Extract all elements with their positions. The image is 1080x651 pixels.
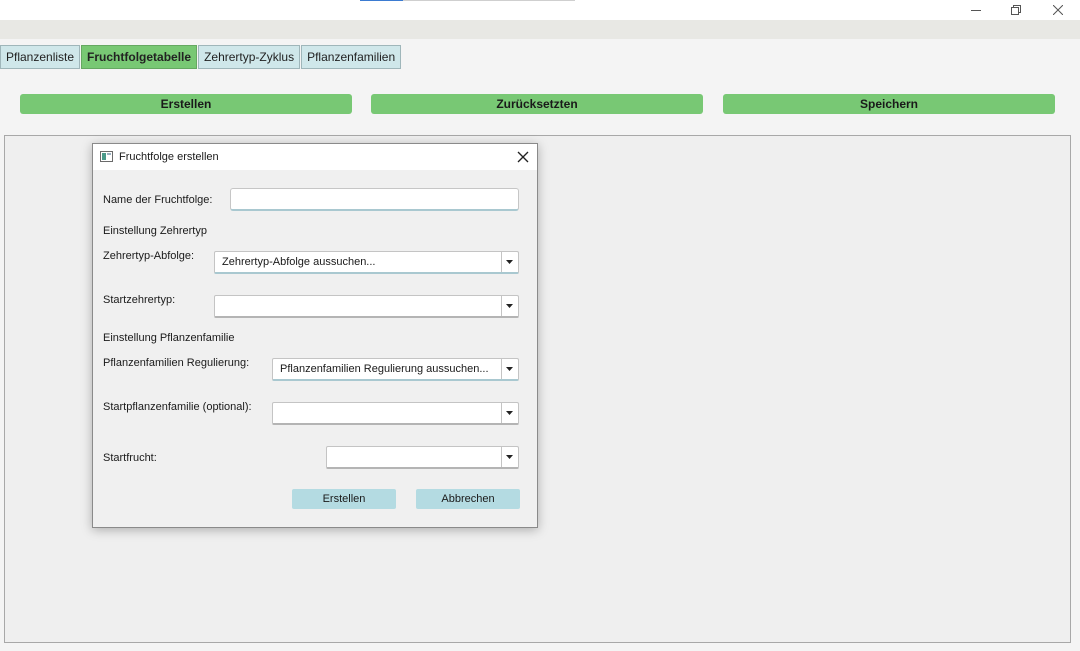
- tab-pflanzenfamilien[interactable]: Pflanzenfamilien: [301, 45, 402, 69]
- restore-button[interactable]: [996, 0, 1036, 20]
- zehrertyp-sequence-select[interactable]: Zehrertyp-Abfolge aussuchen...: [214, 251, 519, 274]
- family-regulation-select[interactable]: Pflanzenfamilien Regulierung aussuchen..…: [272, 358, 519, 381]
- dropdown-button[interactable]: [501, 447, 518, 467]
- minimize-icon: [971, 10, 981, 11]
- start-zehrertyp-label: Startzehrertyp:: [103, 294, 176, 306]
- chevron-down-icon: [506, 304, 513, 308]
- chevron-down-icon: [506, 455, 513, 459]
- create-button[interactable]: Erstellen: [20, 94, 352, 114]
- name-field[interactable]: [230, 188, 519, 211]
- title-strip-accent: [360, 0, 403, 1]
- restore-icon: [1011, 5, 1021, 15]
- family-regulation-label: Pflanzenfamilien Regulierung:: [103, 357, 250, 369]
- start-family-label: Startpflanzenfamilie (optional):: [103, 401, 252, 413]
- start-crop-select[interactable]: [326, 446, 519, 469]
- reset-button[interactable]: Zurücksetzten: [371, 94, 703, 114]
- dropdown-button[interactable]: [501, 296, 518, 316]
- section-family: Einstellung Pflanzenfamilie: [103, 332, 235, 344]
- start-crop-label: Startfrucht:: [103, 452, 157, 464]
- dropdown-button[interactable]: [501, 403, 518, 423]
- zehrertyp-sequence-label: Zehrertyp-Abfolge:: [103, 250, 195, 262]
- dialog-title: Fruchtfolge erstellen: [119, 151, 219, 163]
- tab-fruchtfolgetabelle[interactable]: Fruchtfolgetabelle: [81, 45, 198, 69]
- dialog-title-bar: Fruchtfolge erstellen: [93, 144, 537, 170]
- name-label: Name der Fruchtfolge:: [103, 194, 213, 206]
- dialog-cancel-button[interactable]: Abbrechen: [416, 489, 520, 509]
- menu-band: [0, 20, 1080, 39]
- chevron-down-icon: [506, 411, 513, 415]
- close-icon: [1053, 5, 1063, 15]
- save-button[interactable]: Speichern: [723, 94, 1055, 114]
- window-title-bar: [0, 0, 1080, 20]
- tab-bar: Pflanzenliste Fruchtfolgetabelle Zehrert…: [0, 45, 402, 69]
- section-zehrertyp: Einstellung Zehrertyp: [103, 225, 207, 237]
- dialog-create-button[interactable]: Erstellen: [292, 489, 396, 509]
- title-strip: [403, 0, 575, 1]
- family-regulation-value: Pflanzenfamilien Regulierung aussuchen..…: [280, 363, 489, 375]
- app-icon: [100, 151, 113, 162]
- start-family-select[interactable]: [272, 402, 519, 425]
- close-icon[interactable]: [515, 149, 531, 165]
- start-zehrertyp-select[interactable]: [214, 295, 519, 318]
- create-rotation-dialog: Fruchtfolge erstellen Name der Fruchtfol…: [92, 143, 538, 528]
- dropdown-button[interactable]: [501, 252, 518, 272]
- zehrertyp-sequence-value: Zehrertyp-Abfolge aussuchen...: [222, 256, 376, 268]
- tab-zehrertyp-zyklus[interactable]: Zehrertyp-Zyklus: [198, 45, 301, 69]
- chevron-down-icon: [506, 367, 513, 371]
- dropdown-button[interactable]: [501, 359, 518, 379]
- tab-pflanzenliste[interactable]: Pflanzenliste: [0, 45, 81, 69]
- minimize-button[interactable]: [956, 0, 996, 20]
- chevron-down-icon: [506, 260, 513, 264]
- window-close-button[interactable]: [1038, 0, 1078, 20]
